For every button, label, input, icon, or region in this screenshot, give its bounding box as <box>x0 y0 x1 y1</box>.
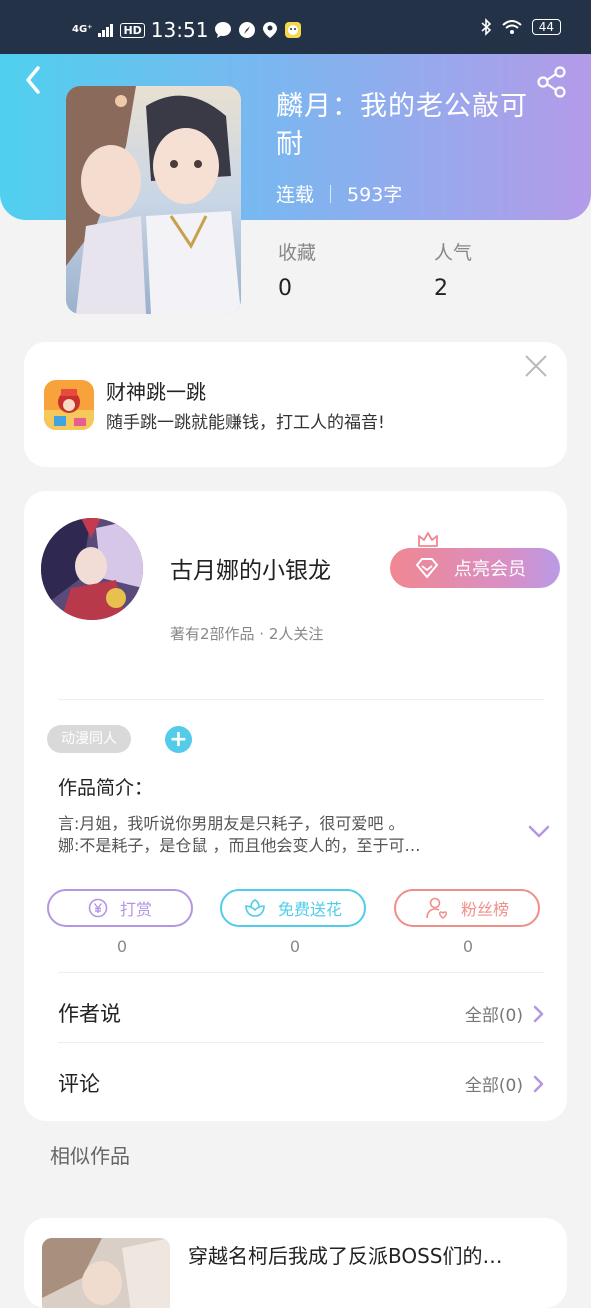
yen-icon <box>88 898 108 918</box>
bluetooth-icon <box>481 18 491 36</box>
book-cover-image[interactable] <box>66 86 241 314</box>
add-tag-button[interactable]: + <box>165 726 192 753</box>
status-bar: 4G⁺ HD 13:51 44 <box>0 0 591 54</box>
author-name[interactable]: 古月娜的小银龙 <box>170 551 331 585</box>
hd-badge: HD <box>120 22 145 38</box>
signal-icon <box>98 24 114 37</box>
diamond-icon <box>416 558 438 578</box>
comments-all[interactable]: 全部(0) <box>465 1071 545 1096</box>
fan-count: 0 <box>462 937 474 956</box>
vip-button[interactable]: 点亮会员 <box>390 548 560 588</box>
chevron-down-icon[interactable] <box>528 825 550 839</box>
ad-app-icon <box>44 380 94 430</box>
send-flower-button[interactable]: 免费送花 <box>220 889 366 927</box>
flower-count: 0 <box>289 937 301 956</box>
author-avatar[interactable] <box>41 518 143 620</box>
message-icon <box>215 22 232 38</box>
comments-label[interactable]: 评论 <box>58 1068 100 1098</box>
tip-button[interactable]: 打赏 <box>47 889 193 927</box>
book-word-count: 593字 <box>347 184 403 206</box>
ad-banner[interactable]: 财神跳一跳 随手跳一跳就能赚钱，打工人的福音! <box>24 342 567 467</box>
section-divider <box>58 972 544 973</box>
crown-icon <box>418 532 438 547</box>
status-left: 4G⁺ HD 13:51 <box>72 18 302 42</box>
similar-work-thumbnail <box>42 1238 170 1308</box>
fan-ranking-button[interactable]: 粉丝榜 <box>394 889 540 927</box>
book-title: 麟月：我的老公敲可耐 <box>276 91 528 160</box>
wifi-icon <box>502 20 522 34</box>
section-divider <box>58 699 544 700</box>
ad-title: 财神跳一跳 <box>106 380 206 404</box>
chevron-right-icon <box>533 1075 544 1092</box>
popularity-label: 人气 <box>434 242 473 264</box>
book-detail-card: 古月娜的小银龙 点亮会员 著有2部作品 · 2人关注 动漫同人 + 作品简介： … <box>24 491 567 1121</box>
similar-work-title: 穿越名柯后我成了反派BOSS们的… <box>188 1244 503 1268</box>
popularity-count: 2 <box>434 276 448 301</box>
intro-line: 言:月姐，我听说你男朋友是只耗子，很可爱吧 。 <box>58 814 405 833</box>
network-indicator: 4G⁺ <box>72 24 93 35</box>
fan-ranking-label: 粉丝榜 <box>460 900 509 919</box>
fans-icon <box>426 897 448 919</box>
book-meta: 连载 593字 <box>276 180 402 207</box>
book-status: 连载 <box>276 184 315 206</box>
section-divider <box>58 1042 544 1043</box>
similar-works-heading: 相似作品 <box>50 1144 130 1168</box>
intro-text[interactable]: 言:月姐，我听说你男朋友是只耗子，很可爱吧 。 娜:不是耗子，是仓鼠 ，而且他会… <box>58 813 508 857</box>
close-icon[interactable] <box>524 354 548 378</box>
favorites-count: 0 <box>278 276 292 301</box>
genre-tag[interactable]: 动漫同人 <box>47 725 131 753</box>
author-meta: 著有2部作品 · 2人关注 <box>170 625 324 643</box>
meta-divider <box>330 184 332 203</box>
comments-all-label: 全部(0) <box>464 1076 523 1096</box>
author-says-all[interactable]: 全部(0) <box>465 1001 545 1026</box>
author-says-all-label: 全部(0) <box>464 1006 523 1026</box>
vip-button-label: 点亮会员 <box>454 559 526 580</box>
author-says-label[interactable]: 作者说 <box>58 998 121 1028</box>
tip-count: 0 <box>116 937 128 956</box>
send-flower-label: 免费送花 <box>277 900 342 919</box>
intro-label: 作品简介： <box>58 777 154 799</box>
intro-line: 娜:不是耗子，是仓鼠 ，而且他会变人的，至于可… <box>58 836 421 855</box>
chevron-right-icon <box>533 1005 544 1022</box>
location-icon <box>263 22 278 38</box>
similar-work-item[interactable]: 穿越名柯后我成了反派BOSS们的… <box>24 1218 567 1308</box>
battery-indicator: 44 <box>531 19 561 35</box>
flower-icon <box>245 899 265 917</box>
compass-icon <box>239 22 256 38</box>
status-right: 44 <box>480 18 561 36</box>
favorites-label: 收藏 <box>278 242 317 264</box>
ad-description: 随手跳一跳就能赚钱，打工人的福音! <box>106 413 385 433</box>
tip-button-label: 打赏 <box>119 900 152 919</box>
app-notification-icon <box>285 22 302 38</box>
clock: 13:51 <box>150 18 209 42</box>
back-arrow-icon[interactable] <box>18 64 50 96</box>
